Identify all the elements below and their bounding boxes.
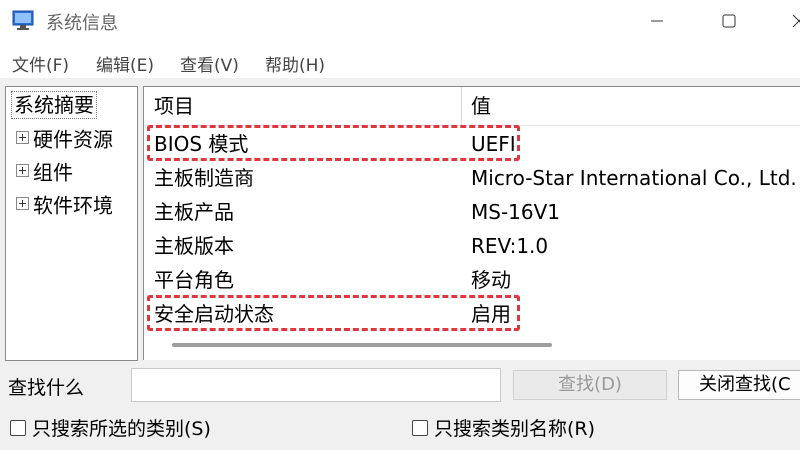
expand-icon[interactable] [16, 164, 29, 177]
row-item: 主板产品 [154, 200, 234, 224]
table-row[interactable]: 平台角色 移动 [144, 263, 800, 297]
menu-help[interactable]: 帮助(H) [265, 51, 325, 76]
minimize-button[interactable] [628, 0, 688, 44]
menu-edit[interactable]: 编辑(E) [96, 51, 154, 76]
row-item: 主板版本 [154, 234, 234, 258]
menu-bar: 文件(F) 编辑(E) 查看(V) 帮助(H) [0, 44, 800, 78]
find-input[interactable] [131, 368, 501, 402]
tree-item-system-summary[interactable]: 系统摘要 [11, 91, 97, 119]
row-value: 移动 [471, 268, 511, 292]
checkbox-search-selected-category[interactable] [10, 419, 26, 436]
title-bar: 系统信息 [0, 0, 800, 44]
tree-item-software-environment[interactable]: 软件环境 [16, 191, 113, 219]
maximize-button[interactable] [700, 0, 760, 44]
table-row[interactable]: 主板版本 REV:1.0 [144, 229, 800, 263]
close-icon [792, 14, 800, 28]
row-value: 启用 [471, 302, 511, 326]
column-header-item[interactable]: 项目 [144, 87, 462, 125]
tree-item-components[interactable]: 组件 [16, 158, 73, 186]
row-item: 平台角色 [154, 268, 234, 292]
find-label: 查找什么 [8, 377, 85, 399]
category-tree[interactable]: 系统摘要 硬件资源 组件 软件环境 [5, 86, 138, 361]
table-row[interactable]: 主板制造商 Micro-Star International Co., Ltd. [144, 161, 800, 195]
maximize-icon [722, 14, 736, 28]
close-window-button[interactable] [770, 0, 800, 44]
system-info-icon [12, 10, 34, 30]
checkbox-search-category-names[interactable] [412, 419, 428, 436]
tree-item-label: 软件环境 [33, 193, 113, 218]
row-value: UEFI [471, 132, 516, 156]
menu-view[interactable]: 查看(V) [180, 51, 239, 76]
row-value: Micro-Star International Co., Ltd. [471, 166, 797, 190]
row-value: REV:1.0 [471, 234, 549, 258]
table-row[interactable]: 主板产品 MS-16V1 [144, 195, 800, 229]
option-search-category-names[interactable]: 只搜索类别名称(R) [412, 417, 595, 441]
option-search-selected-category[interactable]: 只搜索所选的类别(S) [10, 417, 211, 441]
close-find-button[interactable]: 关闭查找(C [678, 370, 800, 400]
table-row[interactable]: BIOS 模式 UEFI [144, 127, 800, 161]
column-header-value[interactable]: 值 [462, 87, 800, 125]
row-item: 安全启动状态 [154, 302, 274, 326]
row-item: BIOS 模式 [154, 132, 249, 156]
window-title: 系统信息 [46, 13, 118, 34]
find-button[interactable]: 查找(D) [513, 370, 667, 400]
minimize-icon [651, 20, 663, 22]
menu-file[interactable]: 文件(F) [12, 51, 69, 76]
row-item: 主板制造商 [154, 166, 254, 190]
header-divider [144, 125, 800, 126]
option-label: 只搜索所选的类别(S) [32, 418, 211, 440]
row-value: MS-16V1 [471, 200, 561, 224]
tree-item-hardware-resources[interactable]: 硬件资源 [16, 125, 113, 153]
expand-icon[interactable] [16, 197, 29, 210]
expand-icon[interactable] [16, 131, 29, 144]
table-row[interactable]: 安全启动状态 启用 [144, 297, 800, 331]
tree-item-label: 组件 [33, 160, 73, 185]
option-label: 只搜索类别名称(R) [434, 418, 596, 440]
details-list[interactable]: 项目 值 BIOS 模式 UEFI 主板制造商 Micro-Star Inter… [143, 86, 800, 360]
tree-item-label: 硬件资源 [33, 127, 113, 152]
horizontal-scrollbar[interactable] [172, 343, 552, 347]
